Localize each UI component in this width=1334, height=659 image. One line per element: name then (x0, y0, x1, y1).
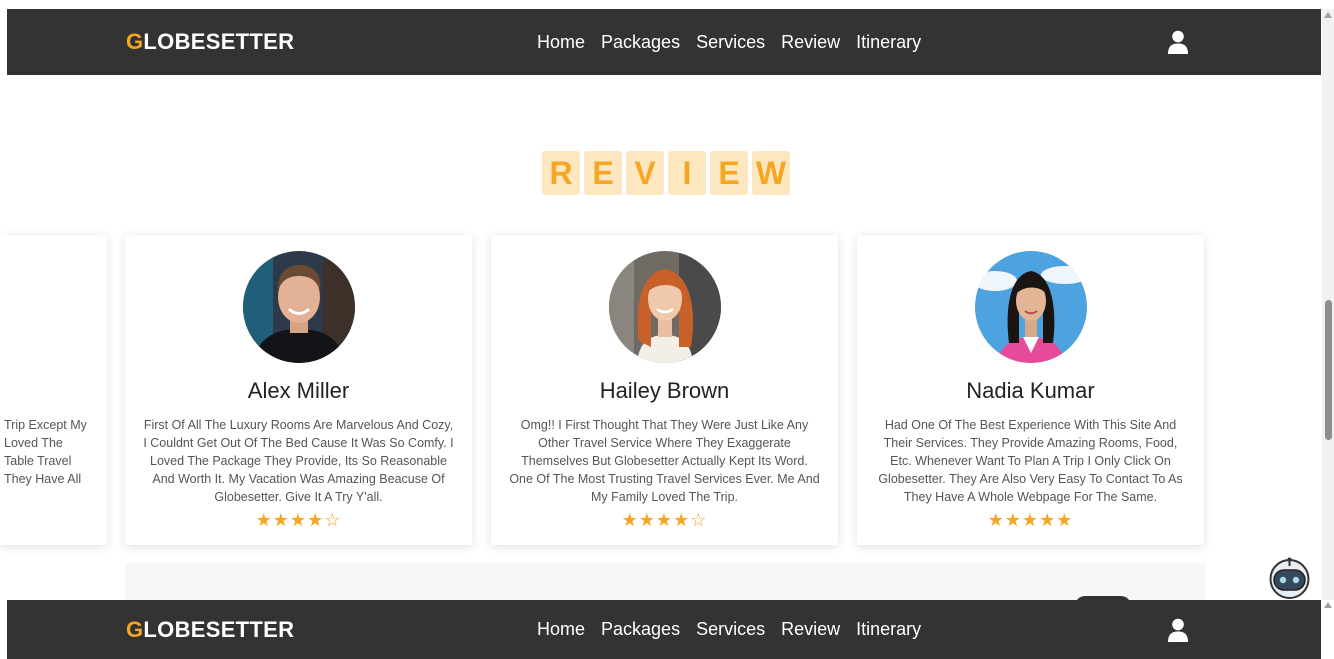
logo-rest: LOBESETTER (143, 29, 295, 54)
review-text: First Of All The Luxury Rooms Are Marvel… (143, 418, 454, 504)
star-rating: ★★★★☆ (621, 510, 708, 530)
heading-letter: I (668, 151, 706, 195)
chatbot-robot-icon[interactable] (1265, 555, 1314, 599)
review-card: Hailey Brown Omg!! I First Thought That … (491, 235, 838, 545)
review-heading: R E V I E W (542, 151, 790, 195)
reviewer-name: Hailey Brown (599, 378, 730, 403)
heading-letter: W (752, 151, 790, 195)
avatar (243, 251, 355, 363)
nav-link-itinerary[interactable]: Itinerary (856, 32, 921, 53)
reviewer-name: Alex Miller (247, 378, 350, 403)
review-card: Nadia Kumar Had One Of The Best Experien… (857, 235, 1204, 545)
reviewer-name: Nadia Kumar (966, 378, 1095, 403)
review-card-partial: Trip Except My Loved The Table Travel Th… (0, 235, 107, 545)
nav-links: Home Packages Services Review Itinerary (537, 32, 921, 53)
scrollbar-thumb[interactable] (1325, 300, 1332, 440)
logo[interactable]: GLOBESETTER (126, 617, 294, 643)
nav-link-services[interactable]: Services (696, 32, 765, 53)
nav-link-review[interactable]: Review (781, 619, 840, 640)
heading-letter: E (710, 151, 748, 195)
top-navbar: GLOBESETTER Home Packages Services Revie… (7, 9, 1321, 75)
review-text: Trip Except My Loved The Table Travel Th… (4, 418, 87, 486)
star-rating: ★★★★☆ (255, 510, 342, 530)
nav-link-packages[interactable]: Packages (601, 619, 680, 640)
logo-first-letter: G (126, 616, 144, 642)
nav-link-itinerary[interactable]: Itinerary (856, 619, 921, 640)
star-rating: ★★★★★ (987, 510, 1074, 530)
review-text: Had One Of The Best Experience With This… (878, 418, 1183, 504)
logo-first-letter: G (126, 29, 144, 54)
heading-letter: V (626, 151, 664, 195)
nav-link-review[interactable]: Review (781, 32, 840, 53)
scroll-up-arrow-icon[interactable] (1324, 12, 1332, 18)
bottom-navbar: GLOBESETTER Home Packages Services Revie… (7, 600, 1321, 659)
avatar (609, 251, 721, 363)
user-icon[interactable] (1167, 30, 1189, 54)
review-text: Omg!! I First Thought That They Were Jus… (509, 418, 820, 504)
section-background-strip (125, 563, 1205, 600)
nav-link-services[interactable]: Services (696, 619, 765, 640)
user-icon[interactable] (1167, 618, 1189, 642)
logo[interactable]: GLOBESETTER (126, 29, 294, 55)
avatar (975, 251, 1087, 363)
logo-rest: LOBESETTER (143, 616, 295, 642)
nav-link-home[interactable]: Home (537, 32, 585, 53)
nav-links: Home Packages Services Review Itinerary (537, 619, 921, 640)
heading-letter: R (542, 151, 580, 195)
top-sliver (0, 0, 1334, 9)
review-card: Alex Miller First Of All The Luxury Room… (125, 235, 472, 545)
heading-letter: E (584, 151, 622, 195)
nav-link-home[interactable]: Home (537, 619, 585, 640)
scroll-up-arrow-icon[interactable] (1324, 602, 1332, 608)
nav-link-packages[interactable]: Packages (601, 32, 680, 53)
